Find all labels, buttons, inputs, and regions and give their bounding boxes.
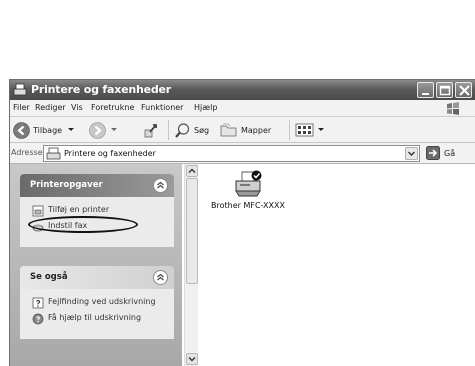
menu-tools[interactable]: Funktioner: [141, 103, 183, 112]
address-label: Adresse: [11, 148, 43, 157]
scroll-up-button[interactable]: [186, 165, 198, 177]
task-pane-scrollbar[interactable]: [184, 164, 198, 366]
forward-button[interactable]: [89, 121, 119, 139]
up-folder-icon: [144, 123, 157, 137]
menu-favorites[interactable]: Foretrukne: [91, 103, 134, 112]
menu-view[interactable]: Vis: [71, 103, 83, 112]
go-button[interactable]: Gå: [426, 146, 455, 160]
scroll-down-icon: [188, 357, 196, 362]
windows-flag-icon: [447, 102, 459, 115]
go-label: Gå: [444, 148, 456, 158]
task-label: Tilføj en printer: [48, 205, 110, 214]
content-area: Printeropgaver Tilføj en printer Indstil…: [10, 164, 475, 366]
search-button[interactable]: Søg: [174, 121, 209, 139]
close-button[interactable]: [455, 82, 472, 98]
highlight-annotation: [28, 216, 138, 233]
menu-help[interactable]: Hjælp: [194, 103, 217, 112]
address-bar: Adresse Printere og faxenheder Gå: [10, 143, 475, 164]
printer-item[interactable]: Brother MFC-XXXX: [206, 169, 290, 210]
see-also-title: Se også: [30, 272, 68, 282]
printer-name: Brother MFC-XXXX: [211, 201, 285, 210]
back-arrow-icon: [13, 121, 30, 139]
task-pane: Printeropgaver Tilføj en printer Indstil…: [10, 164, 182, 366]
folders-label: Mapper: [241, 125, 272, 135]
help-circle-icon: [32, 313, 44, 325]
printer-tasks-header[interactable]: Printeropgaver: [20, 174, 174, 197]
link-troubleshoot-printing[interactable]: Fejlfinding ved udskrivning: [32, 297, 174, 309]
link-label: Fejlfinding ved udskrivning: [48, 297, 156, 306]
forward-arrow-icon: [89, 121, 106, 139]
help-question-icon: [32, 297, 44, 309]
add-printer-icon: [32, 205, 44, 217]
maximize-icon: [439, 85, 451, 96]
printer-tasks-panel: Printeropgaver Tilføj en printer Indstil…: [20, 174, 174, 247]
views-dropdown-icon: [318, 128, 324, 131]
forward-dropdown-icon: [111, 128, 117, 131]
printer-tasks-title: Printeropgaver: [30, 180, 103, 190]
address-value: Printere og faxenheder: [64, 149, 156, 158]
toolbar-separator: [289, 120, 290, 140]
back-button[interactable]: Tilbage: [13, 121, 76, 139]
folders-icon: [220, 123, 237, 137]
menu-edit[interactable]: Rediger: [35, 103, 66, 112]
search-label: Søg: [194, 125, 210, 135]
search-icon: [175, 122, 190, 138]
back-dropdown-icon: [68, 128, 75, 131]
printer-icon: [235, 170, 262, 197]
printers-folder-icon: [46, 147, 61, 160]
views-button[interactable]: [295, 121, 325, 139]
up-folder-button[interactable]: [143, 121, 161, 139]
back-label: Tilbage: [33, 125, 63, 135]
task-add-printer[interactable]: Tilføj en printer: [32, 205, 174, 217]
title-bar: Printere og faxenheder: [10, 80, 475, 100]
scroll-down-button[interactable]: [186, 353, 198, 365]
go-arrow-icon: [426, 146, 440, 160]
see-also-panel: Se også Fejlfinding ved udskrivning Få h…: [20, 266, 174, 339]
toolbar: Tilbage Søg Mapper: [10, 117, 475, 143]
see-also-body: Fejlfinding ved udskrivning Få hjælp til…: [20, 289, 174, 339]
see-also-header[interactable]: Se også: [20, 266, 174, 289]
link-printing-help[interactable]: Få hjælp til udskrivning: [32, 313, 174, 325]
collapse-button[interactable]: [153, 178, 168, 193]
collapse-button[interactable]: [153, 270, 168, 285]
menu-bar: Filer Rediger Vis Foretrukne Funktioner …: [10, 100, 475, 117]
address-field[interactable]: Printere og faxenheder: [43, 145, 420, 162]
printers-folder-icon: [13, 83, 27, 96]
views-icon: [295, 123, 314, 137]
window-title: Printere og faxenheder: [31, 83, 172, 96]
menu-file[interactable]: Filer: [13, 103, 30, 112]
minimize-icon: [422, 93, 429, 95]
maximize-button[interactable]: [436, 82, 453, 98]
printer-tasks-body: Tilføj en printer Indstil fax: [20, 197, 174, 247]
chevron-up-icon: [157, 273, 164, 281]
folders-button[interactable]: Mapper: [220, 121, 271, 139]
chevron-up-icon: [157, 181, 164, 189]
toolbar-separator: [168, 120, 169, 140]
scroll-up-icon: [188, 168, 196, 173]
link-label: Få hjælp til udskrivning: [48, 313, 142, 322]
chevron-down-icon: [408, 151, 415, 156]
scroll-thumb[interactable]: [186, 178, 198, 284]
address-dropdown-button[interactable]: [405, 147, 418, 160]
explorer-window: Printere og faxenheder Filer Rediger Vis…: [9, 79, 475, 366]
minimize-button[interactable]: [417, 82, 434, 98]
close-icon: [459, 85, 470, 96]
